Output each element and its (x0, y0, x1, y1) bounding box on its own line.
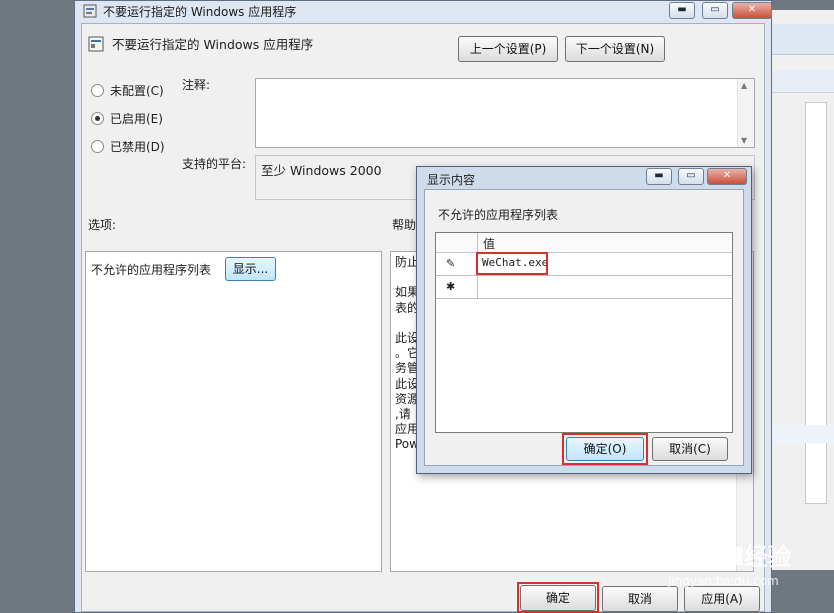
comment-textarea[interactable]: ▲ ▼ (255, 78, 755, 148)
new-row-asterisk-icon: ✱ (446, 280, 456, 293)
watermark-url: jingyan.baidu.com (668, 574, 779, 588)
background-window (770, 10, 834, 570)
options-label: 选项: (88, 218, 117, 232)
column-header-value: 值 (483, 237, 496, 251)
radio-not-configured[interactable]: 未配置(C) (91, 82, 164, 99)
cancel-button[interactable]: 取消 (602, 586, 678, 612)
apply-button[interactable]: 应用(A) (684, 586, 760, 612)
edit-row-pencil-icon: ✎ (446, 257, 456, 270)
policy-window-titlebar: 不要运行指定的 Windows 应用程序 ▬ ▭ ✕ (75, 1, 772, 23)
show-button[interactable]: 显示... (225, 257, 276, 281)
watermark-brand-text: Baidu (640, 534, 745, 574)
new-value-cell[interactable] (480, 277, 730, 297)
radio-circle-icon (91, 84, 104, 97)
help-label: 帮助 (392, 218, 417, 232)
setting-title: 不要运行指定的 Windows 应用程序 (112, 37, 314, 52)
close-button[interactable]: ✕ (732, 2, 772, 19)
scroll-up-icon[interactable]: ▲ (741, 81, 747, 90)
grid-row-line (436, 298, 732, 299)
radio-label: 已启用(E) (110, 112, 163, 126)
dialog-title: 显示内容 (427, 173, 476, 187)
radio-label: 未配置(C) (110, 84, 164, 98)
close-icon: ✕ (747, 4, 757, 15)
previous-setting-button[interactable]: 上一个设置(P) (458, 36, 558, 62)
watermark-suffix: 经验 (744, 543, 791, 571)
grid-header (436, 233, 732, 253)
radio-circle-icon (91, 140, 104, 153)
comment-label: 注释: (182, 78, 211, 92)
policy-setting-icon (88, 36, 104, 52)
dialog-close-button[interactable]: ✕ (707, 168, 747, 185)
scroll-down-icon[interactable]: ▼ (741, 136, 747, 145)
dialog-ok-highlight (562, 433, 648, 465)
maximize-icon: ▭ (686, 170, 696, 181)
radio-disabled[interactable]: 已禁用(D) (91, 138, 165, 155)
dialog-list-caption: 不允许的应用程序列表 (438, 208, 559, 222)
policy-app-icon (83, 4, 97, 18)
value-cell-highlight (476, 252, 548, 275)
comment-scrollbar[interactable]: ▲ ▼ (737, 79, 754, 147)
next-setting-button[interactable]: 下一个设置(N) (565, 36, 665, 62)
platform-value: 至少 Windows 2000 (261, 163, 382, 178)
maximize-icon: ▭ (710, 4, 720, 15)
platform-label: 支持的平台: (182, 157, 247, 171)
dialog-minimize-button[interactable]: ▬ (646, 168, 672, 185)
background-toolbar (771, 24, 834, 55)
radio-selected-icon (91, 112, 104, 125)
ok-button-highlight (517, 582, 599, 613)
close-icon: ✕ (722, 170, 732, 181)
options-panel: 不允许的应用程序列表 显示... (85, 251, 382, 572)
background-pane (805, 102, 827, 504)
options-item-label: 不允许的应用程序列表 (91, 263, 212, 277)
window-title: 不要运行指定的 Windows 应用程序 (103, 5, 297, 19)
dialog-maximize-button[interactable]: ▭ (678, 168, 704, 185)
watermark-brand: Baidu经验 (640, 534, 791, 574)
minimize-icon: ▬ (654, 170, 664, 181)
background-selection (771, 425, 834, 443)
background-header (771, 70, 834, 93)
minimize-button[interactable]: ▬ (669, 2, 695, 19)
grid-row-line (436, 275, 732, 276)
radio-label: 已禁用(D) (110, 140, 165, 154)
minimize-icon: ▬ (677, 4, 687, 15)
maximize-button[interactable]: ▭ (702, 2, 728, 19)
radio-enabled[interactable]: 已启用(E) (91, 110, 163, 127)
dialog-cancel-button[interactable]: 取消(C) (652, 437, 728, 461)
